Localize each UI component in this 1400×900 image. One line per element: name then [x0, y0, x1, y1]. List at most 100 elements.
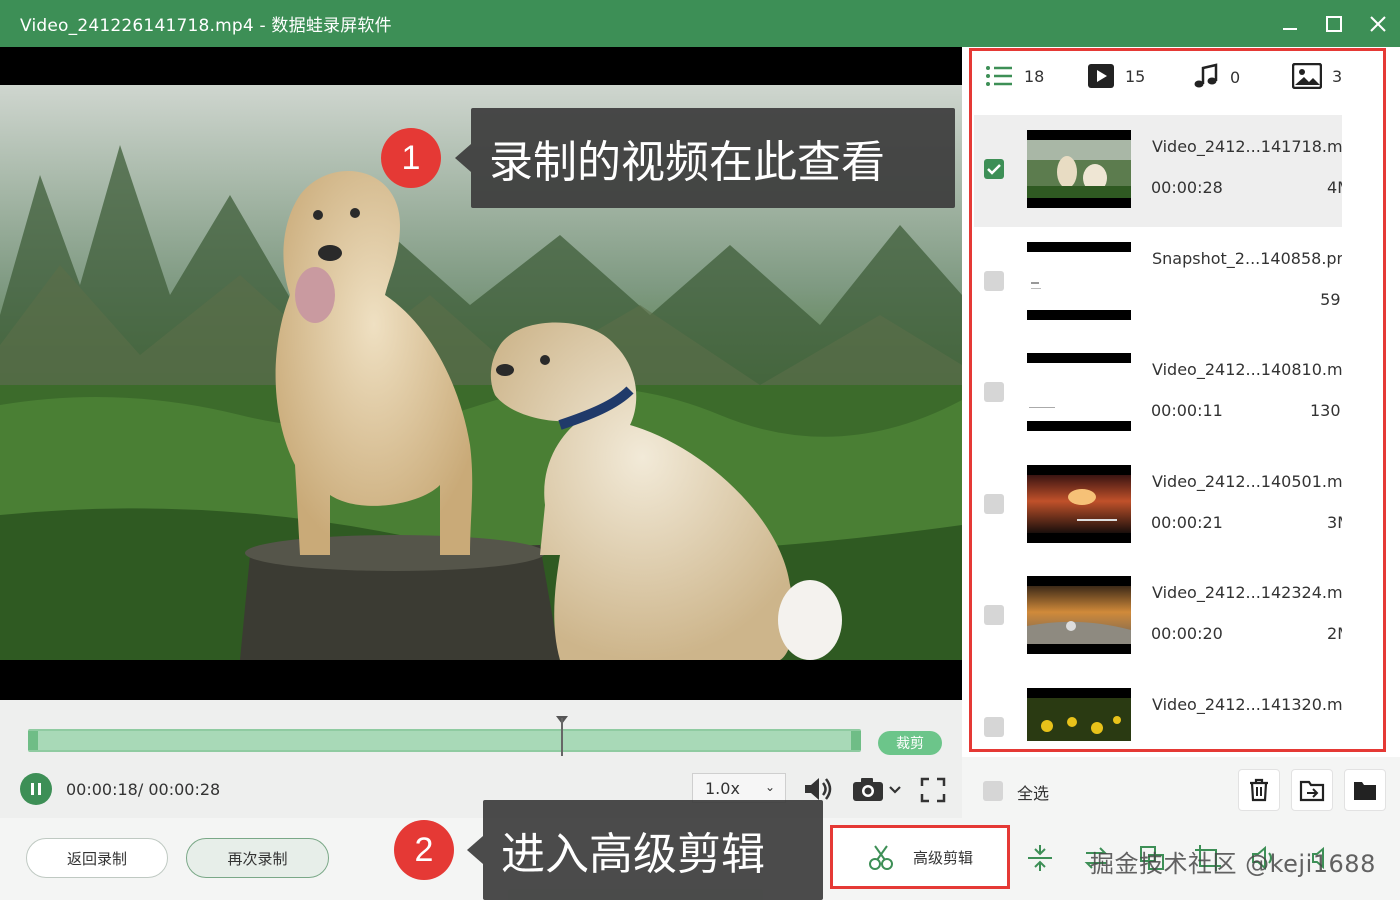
- scissors-icon: [868, 845, 893, 870]
- file-duration: 00:00:21: [1151, 512, 1223, 532]
- trim-end-handle[interactable]: [851, 731, 861, 750]
- camera-icon: [853, 778, 901, 801]
- trim-start-handle[interactable]: [28, 731, 38, 750]
- maximize-icon: [1326, 15, 1342, 32]
- file-thumbnail: [1027, 576, 1131, 654]
- minimize-button[interactable]: [1268, 0, 1312, 47]
- tab-video[interactable]: 15: [1087, 63, 1145, 89]
- compress-icon: [1028, 845, 1052, 871]
- media-library-panel: 18 15 0 3 Video_2412...141718.mp4 00:00:…: [962, 47, 1400, 757]
- tab-audio-count: 0: [1230, 67, 1241, 87]
- playhead-line[interactable]: [561, 718, 563, 756]
- chevron-down-icon: ⌄: [764, 780, 775, 794]
- timeline-track[interactable]: [28, 729, 861, 752]
- media-tabs: 18 15 0 3: [962, 47, 1400, 111]
- file-list: Video_2412...141718.mp4 00:00:28 4MB Sna…: [974, 115, 1342, 741]
- file-thumbnail: [1027, 241, 1131, 320]
- app-window: Video_241226141718.mp4 - 数据蛙录屏软件 1 录制的视频…: [0, 0, 1400, 900]
- tab-image[interactable]: 3: [1292, 63, 1342, 89]
- pause-icon: [31, 783, 41, 795]
- video-preview[interactable]: 1 录制的视频在此查看: [0, 47, 962, 700]
- speed-select[interactable]: 1.0x ⌄: [692, 773, 786, 803]
- file-thumbnail: [1027, 464, 1131, 543]
- file-checkbox[interactable]: [984, 493, 1004, 514]
- file-checkbox[interactable]: [984, 605, 1004, 625]
- file-item[interactable]: Video_2412...140810.mp4 00:00:11 130KB: [974, 338, 1342, 450]
- file-checkbox[interactable]: [984, 716, 1004, 737]
- thumbnail-image: [1027, 474, 1131, 533]
- minimize-icon: [1283, 27, 1297, 30]
- record-again-button[interactable]: 再次录制: [186, 838, 329, 878]
- file-name: Video_2412...140501.mp4: [1152, 471, 1342, 491]
- cut-button[interactable]: 裁剪: [878, 731, 942, 755]
- export-button[interactable]: [1291, 769, 1333, 811]
- file-name: Video_2412...140810.mp4: [1152, 360, 1342, 379]
- file-item[interactable]: Video_2412...140501.mp4 00:00:21 3MB: [974, 450, 1342, 562]
- check-icon: [987, 164, 1001, 175]
- list-icon: [986, 66, 1012, 86]
- tab-image-count: 3: [1332, 66, 1343, 86]
- advanced-edit-label: 高级剪辑: [912, 848, 973, 867]
- tab-audio[interactable]: 0: [1192, 63, 1240, 91]
- file-thumbnail: [1027, 687, 1131, 741]
- folder-export-icon: [1299, 780, 1325, 802]
- file-size: 130KB: [1309, 401, 1342, 420]
- file-checkbox[interactable]: [984, 159, 1004, 179]
- tab-video-count: 15: [1125, 66, 1146, 86]
- thumbnail-image: [1027, 697, 1131, 741]
- delete-button[interactable]: [1238, 769, 1280, 811]
- file-name: Video_2412...142324.mp4: [1152, 583, 1342, 602]
- callout-2-text: 进入高级剪辑: [467, 800, 823, 900]
- file-checkbox[interactable]: [984, 382, 1004, 402]
- trash-icon: [1250, 778, 1268, 802]
- file-item[interactable]: Video_2412...141320.mp4: [974, 673, 1342, 741]
- watermark-text: 掘金技术社区 @keji1688: [1090, 850, 1376, 878]
- window-controls: [1268, 0, 1400, 47]
- file-name: Video_2412...141320.mp4: [1152, 694, 1342, 714]
- file-duration: 00:00:11: [1151, 401, 1223, 420]
- file-item[interactable]: Video_2412...142324.mp4 00:00:20 2MB: [974, 561, 1342, 673]
- file-duration: 00:00:20: [1151, 624, 1223, 643]
- timeline: 裁剪: [0, 700, 962, 760]
- file-item[interactable]: Video_2412...141718.mp4 00:00:28 4MB: [974, 115, 1342, 227]
- video-icon: [1088, 64, 1114, 88]
- back-to-record-button[interactable]: 返回录制: [26, 838, 168, 878]
- file-item[interactable]: Snapshot_2...140858.png 59KB: [974, 227, 1342, 339]
- file-size: 59KB: [1320, 289, 1342, 309]
- fullscreen-button[interactable]: [917, 774, 949, 806]
- select-all-label[interactable]: 全选: [1017, 780, 1049, 804]
- maximize-button[interactable]: [1312, 0, 1356, 47]
- file-checkbox[interactable]: [984, 270, 1004, 291]
- select-all-checkbox[interactable]: [983, 781, 1003, 801]
- advanced-edit-button[interactable]: 高级剪辑: [830, 825, 1010, 889]
- close-button[interactable]: [1356, 0, 1400, 47]
- file-size: 4MB: [1327, 178, 1342, 197]
- tab-all-count: 18: [1024, 66, 1045, 86]
- compress-button[interactable]: [1018, 836, 1062, 880]
- fullscreen-icon: [920, 777, 946, 803]
- thumbnail-image: [1027, 140, 1131, 198]
- speed-value: 1.0x: [705, 778, 740, 798]
- file-thumbnail: [1027, 130, 1131, 208]
- thumbnail-image: [1027, 251, 1131, 310]
- file-duration: 00:00:28: [1151, 178, 1223, 197]
- title-bar: Video_241226141718.mp4 - 数据蛙录屏软件: [0, 0, 1400, 47]
- callout-1-number: 1: [381, 128, 441, 188]
- music-icon: [1194, 63, 1218, 88]
- bottom-toolbar: 返回录制 再次录制 2 进入高级剪辑 高级剪辑 掘金技术社区 @keji1688: [0, 800, 1400, 900]
- file-size: 3MB: [1327, 512, 1342, 532]
- folder-icon: [1354, 782, 1376, 800]
- snapshot-button[interactable]: [850, 772, 904, 806]
- file-size: 2MB: [1327, 624, 1342, 643]
- close-icon: [1370, 15, 1386, 32]
- open-folder-button[interactable]: [1344, 769, 1386, 811]
- media-panel-footer: 全选: [962, 757, 1400, 818]
- file-thumbnail: [1027, 353, 1131, 431]
- tab-all[interactable]: 18: [984, 63, 1044, 89]
- file-name: Snapshot_2...140858.png: [1152, 248, 1342, 268]
- file-name: Video_2412...141718.mp4: [1152, 137, 1342, 156]
- thumbnail-image: [1027, 586, 1131, 644]
- callout-2-number: 2: [394, 820, 454, 880]
- time-display: 00:00:18/ 00:00:28: [66, 780, 221, 799]
- pause-button[interactable]: [20, 773, 52, 805]
